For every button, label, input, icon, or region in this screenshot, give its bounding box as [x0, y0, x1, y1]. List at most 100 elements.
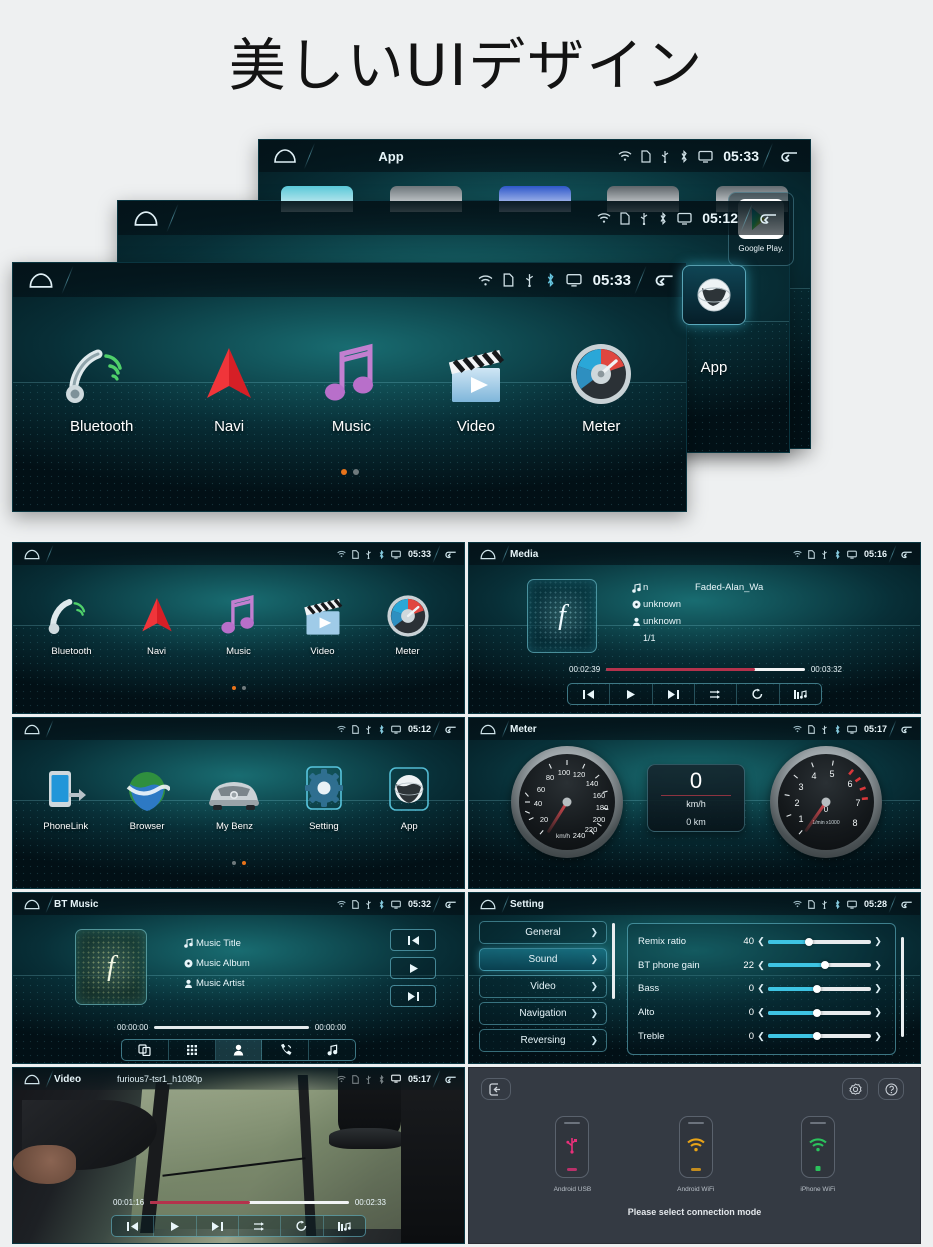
home-item-meter[interactable]: Meter: [569, 332, 633, 435]
setting-slider[interactable]: [768, 984, 871, 993]
back-arrow-icon[interactable]: [442, 550, 458, 559]
home-icon[interactable]: [19, 545, 45, 563]
grid-cell-video[interactable]: Video furious7-tsr1_h1080p 05:17 00:01:1…: [12, 1067, 465, 1244]
home-item-navi[interactable]: Navi: [199, 332, 259, 435]
home-item-music[interactable]: Music: [320, 332, 382, 435]
seek-row[interactable]: 00:01:16 00:02:33: [113, 1196, 386, 1208]
home-item-meter[interactable]: Meter: [386, 586, 430, 657]
connection-mode-list[interactable]: Android USB Android WiFi iPhone WiFi: [469, 1116, 920, 1193]
call-history-icon[interactable]: [262, 1040, 310, 1060]
decrease-icon[interactable]: ❮: [754, 1007, 768, 1018]
exit-icon[interactable]: [481, 1078, 511, 1100]
home-item-phonelink[interactable]: PhoneLink: [43, 761, 89, 832]
seek-bar[interactable]: [154, 1025, 309, 1029]
grid-cell-home-2[interactable]: 05:12 PhoneLink Browser My Benz Setting …: [12, 717, 465, 889]
setting-slider[interactable]: [768, 1032, 871, 1041]
play-icon[interactable]: [390, 957, 436, 979]
page-indicator[interactable]: [13, 469, 686, 475]
page-dot-active[interactable]: [241, 861, 246, 865]
slider-knob[interactable]: [805, 937, 814, 946]
menu-scrollbar[interactable]: [612, 923, 615, 999]
seek-row[interactable]: 00:00:00 00:00:00: [117, 1021, 346, 1033]
grid-cell-setting[interactable]: Setting 05:28 General ❯ Sound ❯ Video ❯ …: [468, 892, 921, 1064]
back-arrow-icon[interactable]: [442, 1075, 458, 1084]
playback-controls[interactable]: [111, 1215, 366, 1237]
seek-bar[interactable]: [606, 667, 805, 671]
setting-slider[interactable]: [768, 937, 871, 946]
increase-icon[interactable]: ❯: [871, 983, 885, 994]
slider-knob[interactable]: [820, 961, 829, 970]
page-dot-active[interactable]: [231, 686, 236, 690]
home-item-music[interactable]: Music: [218, 586, 260, 657]
setting-row-bt-phone-gain[interactable]: BT phone gain 22 ❮ ❯: [638, 955, 885, 975]
decrease-icon[interactable]: ❮: [754, 983, 768, 994]
home-icon[interactable]: [475, 545, 501, 563]
home-icon[interactable]: [19, 895, 45, 913]
app-tile-app[interactable]: App: [678, 265, 750, 385]
back-arrow-icon[interactable]: [442, 725, 458, 734]
side-playback-controls[interactable]: [390, 929, 436, 1007]
decrease-icon[interactable]: ❮: [754, 936, 768, 947]
next-icon[interactable]: [390, 985, 436, 1007]
settings-menu-item-video[interactable]: Video ❯: [479, 975, 607, 998]
increase-icon[interactable]: ❯: [871, 1031, 885, 1042]
home-item-app[interactable]: App: [384, 761, 434, 832]
music-icon[interactable]: [309, 1040, 355, 1060]
home-app-row[interactable]: PhoneLink Browser My Benz Setting App: [13, 748, 464, 832]
back-arrow-icon[interactable]: [898, 550, 914, 559]
help-icon[interactable]: [878, 1078, 904, 1100]
home-icon[interactable]: [126, 204, 166, 232]
previous-icon[interactable]: [568, 684, 611, 704]
home-item-video[interactable]: Video: [444, 332, 508, 435]
settings-menu[interactable]: General ❯ Sound ❯ Video ❯ Navigation ❯ R…: [479, 921, 607, 1052]
page-dot-active[interactable]: [340, 469, 347, 475]
play-icon[interactable]: [610, 684, 653, 704]
repeat-icon[interactable]: [737, 684, 780, 704]
home-icon[interactable]: [21, 266, 61, 294]
previous-icon[interactable]: [112, 1216, 155, 1236]
page-dot[interactable]: [241, 686, 246, 690]
home-icon[interactable]: [267, 143, 303, 169]
seek-bar[interactable]: [150, 1200, 349, 1204]
grid-cell-home-1[interactable]: 05:33 Bluetooth Navi Music Video Meter: [12, 542, 465, 714]
page-dot[interactable]: [352, 469, 359, 475]
dialpad-icon[interactable]: [169, 1040, 216, 1060]
page-dot[interactable]: [231, 861, 236, 865]
home-item-bluetooth[interactable]: Bluetooth: [65, 332, 138, 435]
next-icon[interactable]: [653, 684, 695, 704]
home-item-my-benz[interactable]: My Benz: [205, 761, 263, 832]
setting-row-bass[interactable]: Bass 0 ❮ ❯: [638, 979, 885, 999]
settings-menu-item-general[interactable]: General ❯: [479, 921, 607, 944]
panel-scrollbar[interactable]: [901, 937, 904, 1037]
back-arrow-icon[interactable]: [442, 900, 458, 909]
settings-menu-item-sound[interactable]: Sound ❯: [479, 948, 607, 971]
slider-knob[interactable]: [813, 1008, 822, 1017]
previous-icon[interactable]: [390, 929, 436, 951]
bt-function-tabs[interactable]: [121, 1039, 356, 1061]
sound-settings-panel[interactable]: Remix ratio 40 ❮ ❯ BT phone gain 22 ❮ ❯ …: [627, 923, 896, 1055]
home-item-video[interactable]: Video: [301, 586, 345, 657]
grid-cell-bt-music[interactable]: BT Music 05:32 f Music Title Music Album…: [12, 892, 465, 1064]
increase-icon[interactable]: ❯: [871, 936, 885, 947]
shuffle-icon[interactable]: [695, 684, 738, 704]
settings-menu-item-navigation[interactable]: Navigation ❯: [479, 1002, 607, 1025]
shuffle-icon[interactable]: [239, 1216, 282, 1236]
connection-mode-android-wifi[interactable]: Android WiFi: [677, 1116, 714, 1193]
setting-row-remix-ratio[interactable]: Remix ratio 40 ❮ ❯: [638, 932, 885, 952]
home-icon[interactable]: [475, 720, 501, 738]
grid-cell-connection-mode[interactable]: Android USB Android WiFi iPhone WiFi Ple…: [468, 1067, 921, 1244]
back-arrow-icon[interactable]: [755, 212, 781, 225]
gear-icon[interactable]: [842, 1078, 868, 1100]
decrease-icon[interactable]: ❮: [754, 960, 768, 971]
bt-link-icon[interactable]: [122, 1040, 169, 1060]
increase-icon[interactable]: ❯: [871, 960, 885, 971]
home-item-navi[interactable]: Navi: [137, 586, 177, 657]
grid-cell-media[interactable]: Media 05:16 f n Faded-Alan_Wa unknown un…: [468, 542, 921, 714]
play-icon[interactable]: [154, 1216, 197, 1236]
back-arrow-icon[interactable]: [650, 273, 678, 287]
repeat-icon[interactable]: [281, 1216, 324, 1236]
back-arrow-icon[interactable]: [776, 150, 802, 163]
playback-controls[interactable]: [567, 683, 822, 705]
setting-slider[interactable]: [768, 1008, 871, 1017]
home-item-setting[interactable]: Setting: [299, 761, 349, 832]
